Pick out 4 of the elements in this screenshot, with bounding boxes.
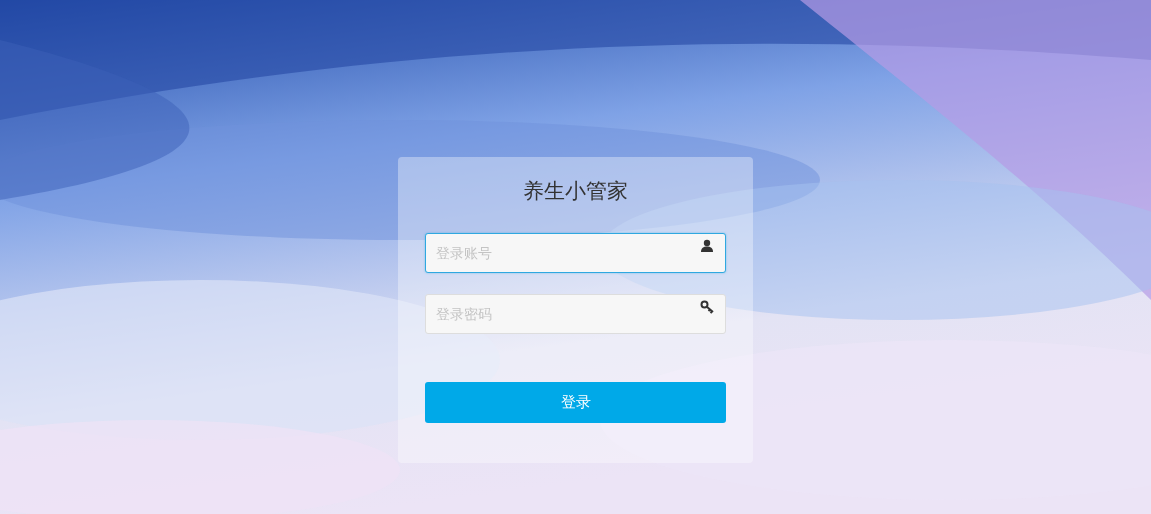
app-title: 养生小管家: [523, 178, 628, 205]
user-icon: [700, 239, 714, 253]
login-button[interactable]: 登录: [425, 382, 726, 423]
key-icon: [700, 300, 714, 314]
